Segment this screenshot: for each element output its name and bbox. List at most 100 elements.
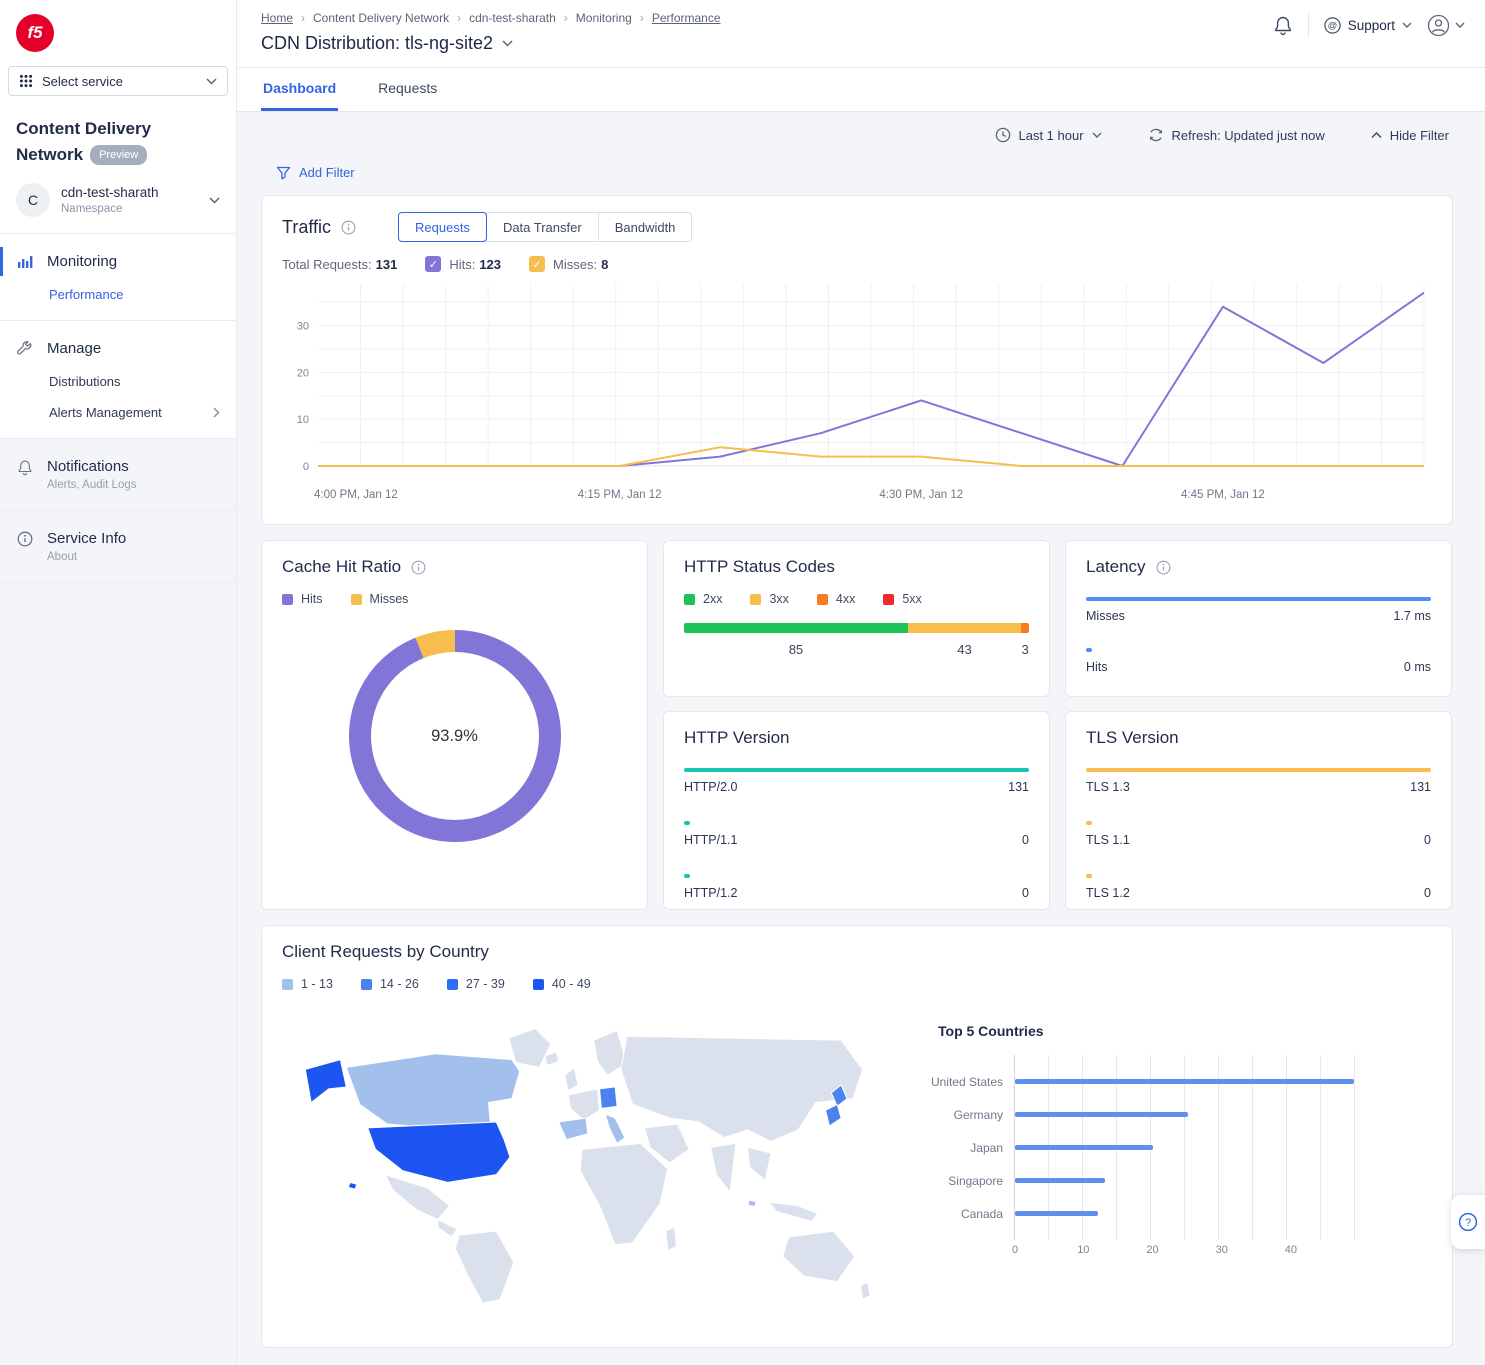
add-filter-button[interactable]: Add Filter: [276, 165, 355, 180]
http-version-title: HTTP Version: [684, 728, 790, 748]
top5-bar: [1015, 1211, 1098, 1216]
tab-dashboard[interactable]: Dashboard: [261, 68, 338, 111]
breadcrumb-separator: ›: [640, 11, 644, 25]
breadcrumb-namespace[interactable]: cdn-test-sharath: [469, 11, 556, 25]
meter-bar: [1086, 597, 1431, 601]
legend-misses: Misses: [351, 592, 409, 606]
top5-bar-row: [1015, 1098, 1360, 1131]
hits-checkbox[interactable]: ✓: [425, 256, 441, 272]
sidebar-item-manage[interactable]: Manage: [0, 331, 236, 366]
product-title: Content Delivery NetworkPreview: [16, 116, 220, 167]
sidebar-item-service-info[interactable]: Service Info About: [0, 521, 236, 572]
help-button[interactable]: ?: [1451, 1195, 1485, 1249]
chevron-down-icon[interactable]: [502, 40, 513, 47]
sidebar-item-subtitle: About: [47, 551, 126, 563]
meter-label: TLS 1.1: [1086, 833, 1130, 847]
time-range-picker[interactable]: Last 1 hour: [995, 127, 1102, 143]
namespace-selector[interactable]: C cdn-test-sharath Namespace: [0, 181, 236, 234]
grid-icon: [19, 74, 33, 88]
top5-bar: [1015, 1079, 1354, 1084]
tls-version-card: TLS Version TLS 1.3131TLS 1.10TLS 1.20: [1065, 711, 1452, 910]
hide-filter-label: Hide Filter: [1390, 128, 1449, 143]
refresh-icon: [1148, 127, 1164, 143]
info-icon[interactable]: [1156, 560, 1171, 575]
select-service-dropdown[interactable]: Select service: [8, 66, 228, 96]
sidebar-item-notifications[interactable]: Notifications Alerts, Audit Logs: [0, 449, 236, 500]
info-circle-icon: [16, 531, 34, 547]
country-spain: [559, 1118, 588, 1139]
wrench-icon: [16, 341, 34, 357]
chevron-down-icon: [1092, 132, 1102, 138]
country-uk: [564, 1067, 578, 1090]
misses-toggle[interactable]: ✓ Misses:8: [529, 256, 608, 272]
breadcrumb-separator: ›: [457, 11, 461, 25]
top5-axis-ticks: 010203040: [1014, 1244, 1360, 1262]
sidebar-item-monitoring[interactable]: Monitoring: [0, 244, 236, 279]
page-tabs: Dashboard Requests: [237, 68, 1485, 112]
breadcrumb-separator: ›: [564, 11, 568, 25]
total-requests: Total Requests:131: [282, 257, 397, 272]
top5-bar-row: [1015, 1131, 1360, 1164]
breadcrumb-cdn[interactable]: Content Delivery Network: [313, 11, 449, 25]
svg-text:10: 10: [297, 414, 309, 426]
meter-bar: [1086, 874, 1092, 878]
country-southeast-asia: [748, 1147, 771, 1180]
svg-text:30: 30: [297, 320, 309, 332]
breadcrumb-performance[interactable]: Performance: [652, 11, 721, 25]
chevron-down-icon: [1455, 22, 1465, 28]
bucket-3-swatch: [447, 979, 458, 990]
misses-checkbox[interactable]: ✓: [529, 256, 545, 272]
breadcrumb-home[interactable]: Home: [261, 11, 293, 25]
country-italy: [605, 1114, 624, 1143]
cache-title: Cache Hit Ratio: [282, 557, 401, 577]
meter-bar: [684, 821, 690, 825]
main-area: Home › Content Delivery Network › cdn-te…: [237, 0, 1485, 1365]
support-label: Support: [1348, 18, 1395, 33]
meter-row-HTTP/1.1: HTTP/1.10: [684, 821, 1029, 847]
cache-hit-ratio-card: Cache Hit Ratio Hits Misses 93.9%: [261, 540, 648, 910]
sidebar-filler: [0, 583, 236, 1365]
http-status-codes-card: HTTP Status Codes 2xx 3xx 4xx 5xx 85433: [663, 540, 1050, 697]
tab-requests[interactable]: Requests: [376, 68, 439, 111]
traffic-tab-requests[interactable]: Requests: [398, 212, 487, 242]
sidebar: f5 Select service Content Delivery Netwo…: [0, 0, 237, 1365]
meter-row-Hits: Hits0 ms: [1086, 648, 1431, 674]
sidebar-item-text: Notifications Alerts, Audit Logs: [47, 458, 137, 491]
meter-bar: [1086, 768, 1431, 772]
info-icon[interactable]: [341, 220, 356, 235]
filter-controls: Last 1 hour Refresh: Updated just now Hi…: [261, 112, 1453, 143]
legend-bucket-4: 40 - 49: [533, 977, 591, 991]
traffic-line-chart: 01020304:00 PM, Jan 124:15 PM, Jan 124:3…: [282, 280, 1432, 511]
hide-filter-button[interactable]: Hide Filter: [1371, 128, 1449, 143]
top5-tick-20: 20: [1146, 1244, 1158, 1256]
bell-icon[interactable]: [1273, 15, 1293, 36]
support-menu[interactable]: @ Support: [1324, 17, 1412, 34]
account-menu[interactable]: [1427, 14, 1465, 37]
top5-bar-row: [1015, 1197, 1360, 1230]
sidebar-item-distributions[interactable]: Distributions: [0, 366, 236, 397]
f5-logo[interactable]: f5: [16, 14, 54, 52]
info-icon[interactable]: [411, 560, 426, 575]
hits-swatch: [282, 594, 293, 605]
hits-toggle[interactable]: ✓ Hits:123: [425, 256, 501, 272]
country-japan: [826, 1104, 842, 1125]
sidebar-item-label: Notifications: [47, 458, 129, 475]
refresh-button[interactable]: Refresh: Updated just now: [1148, 127, 1325, 143]
meter-label: HTTP/2.0: [684, 780, 738, 794]
sidebar-item-performance[interactable]: Performance: [0, 279, 236, 310]
traffic-tab-data-transfer[interactable]: Data Transfer: [486, 212, 599, 242]
breadcrumb-monitoring[interactable]: Monitoring: [576, 11, 632, 25]
meter-row-HTTP/2.0: HTTP/2.0131: [684, 768, 1029, 794]
client-requests-by-country-card: Client Requests by Country 1 - 13 14 - 2…: [261, 925, 1453, 1348]
select-service-label: Select service: [42, 74, 123, 89]
traffic-stats: Total Requests:131 ✓ Hits:123 ✓ Misses:8: [282, 256, 1432, 272]
country-indonesia: [769, 1202, 818, 1221]
sidebar-item-alerts-management[interactable]: Alerts Management: [0, 397, 236, 428]
world-map: [282, 995, 912, 1331]
traffic-tab-bandwidth[interactable]: Bandwidth: [598, 212, 693, 242]
meter-label: TLS 1.2: [1086, 886, 1130, 900]
at-icon: @: [1324, 17, 1341, 34]
legend-2xx: 2xx: [684, 592, 722, 606]
top-actions: @ Support: [1273, 12, 1465, 38]
2xx-swatch: [684, 594, 695, 605]
